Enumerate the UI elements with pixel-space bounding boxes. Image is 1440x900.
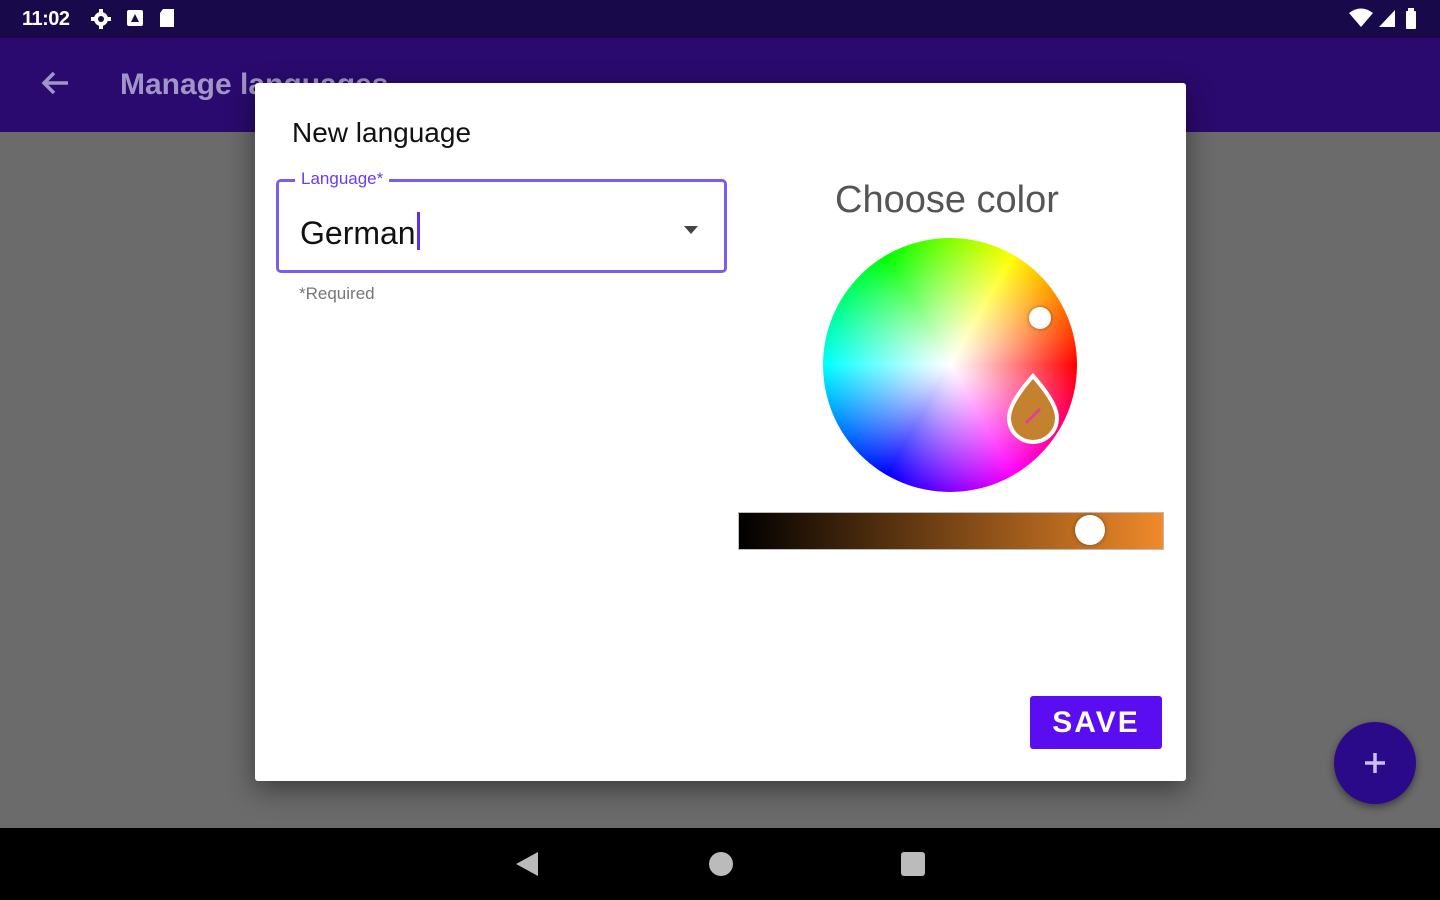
nav-recents-icon[interactable] bbox=[900, 850, 926, 883]
nav-home-icon[interactable] bbox=[708, 850, 734, 883]
brightness-slider-thumb[interactable] bbox=[1075, 515, 1105, 545]
language-input[interactable]: German bbox=[300, 212, 420, 252]
new-language-dialog: New language Language* German *Required … bbox=[255, 83, 1186, 781]
add-language-fab[interactable] bbox=[1334, 722, 1416, 804]
nav-bar bbox=[0, 828, 1440, 900]
dialog-title: New language bbox=[292, 117, 472, 148]
language-field[interactable]: Language* German bbox=[276, 169, 727, 273]
status-time: 11:02 bbox=[22, 8, 70, 30]
nav-back-icon[interactable] bbox=[514, 850, 540, 883]
choose-color-title: Choose color bbox=[835, 179, 1059, 221]
battery-icon bbox=[1405, 8, 1417, 35]
status-bar: 11:02 bbox=[0, 0, 1440, 38]
plus-icon bbox=[1365, 753, 1385, 773]
save-button[interactable]: SAVE bbox=[1030, 696, 1162, 749]
wifi-icon bbox=[1348, 8, 1374, 33]
language-field-label: Language* bbox=[295, 169, 390, 189]
notification-icon bbox=[125, 8, 145, 33]
settings-icon bbox=[90, 8, 112, 35]
text-caret bbox=[416, 212, 420, 250]
signal-icon bbox=[1378, 8, 1396, 33]
color-wheel-handle[interactable] bbox=[1029, 307, 1051, 329]
color-drop-icon bbox=[1004, 372, 1062, 450]
color-wheel[interactable] bbox=[823, 238, 1077, 492]
sd-card-icon bbox=[158, 8, 176, 33]
dropdown-arrow-icon[interactable] bbox=[683, 222, 699, 240]
language-value: German bbox=[300, 215, 416, 251]
required-helper-text: *Required bbox=[299, 284, 375, 303]
arrow-back-icon[interactable] bbox=[40, 68, 70, 103]
